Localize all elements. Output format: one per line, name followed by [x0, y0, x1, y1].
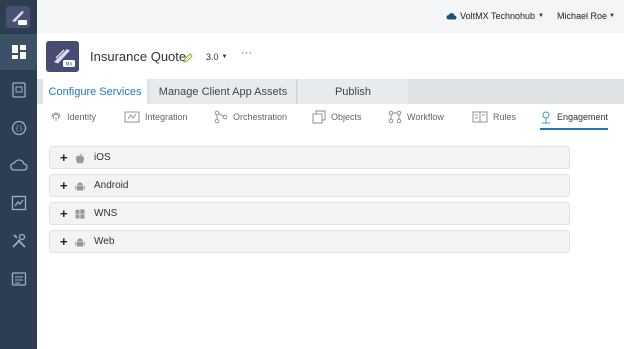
cloud-icon[interactable]	[0, 147, 37, 183]
tab-configure-services[interactable]: Configure Services	[43, 79, 147, 104]
subtab-rules[interactable]: Rules	[472, 104, 516, 130]
tab-publish[interactable]: Publish	[298, 79, 408, 104]
user-name: Michael Roe	[557, 11, 608, 21]
subtab-label: Workflow	[407, 112, 444, 122]
settings-list-icon[interactable]	[0, 261, 37, 297]
subtab-label: Rules	[493, 112, 517, 122]
subtab-engagement[interactable]: Engagement	[540, 104, 608, 130]
svg-text:{}: {}	[15, 126, 23, 133]
subtab-label: Engagement	[557, 112, 609, 122]
app-title-row: MX Insurance Quote 3.0 ▼ ···	[37, 33, 624, 79]
subtab-integration[interactable]: Integration	[124, 104, 188, 130]
left-nav-rail: {}	[0, 0, 37, 349]
svg-text:MX: MX	[66, 62, 73, 68]
subtab-workflow[interactable]: Workflow	[388, 104, 444, 130]
subtab-label: Orchestration	[233, 112, 288, 122]
subtab-orchestration[interactable]: Orchestration	[214, 104, 287, 130]
workflow-icon	[388, 110, 402, 124]
expand-plus-icon[interactable]: +	[60, 235, 68, 249]
tools-icon[interactable]	[0, 223, 37, 259]
tab-manage-client-app-assets[interactable]: Manage Client App Assets	[150, 79, 297, 104]
chevron-down-icon: ▼	[609, 13, 615, 19]
integration-icon	[124, 111, 140, 123]
main-tabs: Configure Services Manage Client App Ass…	[37, 79, 624, 104]
org-name: VoltMX Technohub	[460, 11, 536, 21]
objects-icon	[312, 110, 326, 124]
expand-plus-icon[interactable]: +	[60, 207, 68, 221]
subtab-label: Objects	[331, 112, 362, 122]
subtab-objects[interactable]: Objects	[312, 104, 362, 130]
subtab-label: Integration	[145, 112, 188, 122]
pencil-icon[interactable]	[183, 50, 193, 68]
analytics-icon[interactable]	[0, 185, 37, 221]
more-options-button[interactable]: ···	[241, 47, 252, 59]
expand-plus-icon[interactable]: +	[60, 151, 68, 165]
subtab-identity[interactable]: Identity	[50, 104, 96, 130]
chevron-down-icon: ▼	[221, 54, 228, 60]
app-logo: MX	[46, 41, 79, 72]
expand-plus-icon[interactable]: +	[60, 179, 68, 193]
service-sub-tabs: Identity Integration Orchestration Objec…	[37, 104, 624, 130]
subtab-label: Identity	[67, 112, 97, 122]
fingerprint-icon	[51, 112, 61, 121]
platform-row-android[interactable]: + Android	[49, 174, 570, 197]
api-icon[interactable]: {}	[0, 110, 37, 146]
platform-row-web[interactable]: + Web	[49, 230, 570, 253]
android-icon	[75, 238, 85, 247]
platform-label: WNS	[94, 208, 118, 219]
chevron-down-icon: ▼	[538, 13, 544, 19]
android-icon	[75, 182, 85, 191]
version-label: 3.0	[206, 52, 219, 62]
platform-label: iOS	[94, 152, 111, 163]
engagement-content: + iOS + Android + WNS + Web	[37, 130, 624, 349]
platform-row-ios[interactable]: + iOS	[49, 146, 570, 169]
org-switcher[interactable]: VoltMX Technohub ▼	[446, 11, 544, 21]
apple-icon	[76, 153, 84, 164]
rules-icon	[472, 111, 488, 123]
product-logo[interactable]	[6, 6, 30, 28]
platform-label: Web	[94, 236, 115, 247]
user-menu[interactable]: Michael Roe ▼	[557, 11, 615, 21]
cloud-icon	[446, 13, 457, 20]
dashboard-icon[interactable]	[0, 34, 37, 70]
engagement-icon	[542, 111, 550, 124]
app-title: Insurance Quote	[90, 49, 187, 64]
platform-row-wns[interactable]: + WNS	[49, 202, 570, 225]
apps-icon[interactable]	[0, 72, 37, 108]
orchestration-icon	[214, 110, 228, 124]
windows-icon	[75, 209, 85, 219]
platform-label: Android	[94, 180, 129, 191]
top-header: VoltMX Technohub ▼ Michael Roe ▼	[37, 0, 624, 33]
version-dropdown[interactable]: 3.0 ▼	[206, 52, 227, 62]
